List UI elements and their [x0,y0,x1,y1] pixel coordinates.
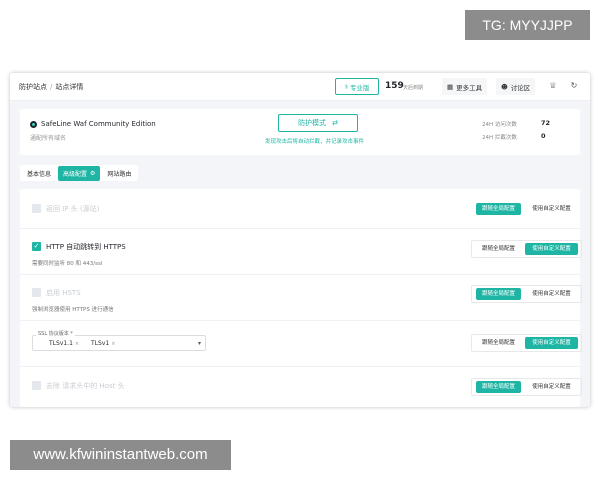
tab-bar: 基本信息 高级配置 ⚙ 网站路由 [20,165,139,181]
tab-basic-info[interactable]: 基本信息 [22,166,56,181]
breadcrumb: 防护站点 / 站点详情 [19,82,83,92]
use-custom-button[interactable]: 使用自定义配置 [525,337,578,349]
settings-icon: ⚙ [90,169,96,177]
setting-row: ✓ HTTP 自动跳转到 HTTPS 需要同时监听 80 和 443/ssl 跟… [20,229,582,275]
setting-title: 返回 IP 头 (源站) [46,205,100,213]
tab-site-routing[interactable]: 网站路由 [102,166,136,181]
pro-edition-button[interactable]: ⚕ 专业版 [335,78,379,95]
app-window: 防护站点 / 站点详情 ⚕ 专业版 159 天后到期 ▦ 更多工具 ☻ 讨论区 ♕ … [10,73,590,407]
discuss-label: 讨论区 [510,83,531,92]
setting-description: 强制浏览器使用 HTTPS 进行通信 [32,307,114,313]
shirt-icon[interactable]: ♕ [547,80,559,92]
setting-checkbox[interactable] [32,381,41,390]
setting-row: 启用 HSTS 强制浏览器使用 HTTPS 进行通信 跟随全局配置 使用自定义配… [20,275,582,321]
watermark-bottom: www.kfwininstantweb.com [10,440,231,470]
tab-advanced-label: 高级配置 [63,170,88,178]
protection-mode-hint: 发现攻击后将自动拦截，并记录攻击事件 [265,139,365,145]
pro-icon: ⚕ [344,82,349,91]
follow-global-button[interactable]: 跟随全局配置 [476,243,521,255]
use-custom-button[interactable]: 使用自定义配置 [525,243,578,255]
stat-value-blocked: 0 [541,132,546,140]
setting-title: 去除 请求头中的 Host 头 [46,382,125,390]
switch-icon: ⇄ [332,119,338,127]
pro-label: 专业版 [350,83,370,92]
setting-checkbox[interactable] [32,288,41,297]
days-remaining-value: 159 [385,81,404,91]
setting-title: HTTP 自动跳转到 HTTPS [46,243,126,251]
tab-advanced-config[interactable]: 高级配置 ⚙ [58,165,101,181]
use-custom-button[interactable]: 使用自定义配置 [525,381,578,393]
breadcrumb-separator: / [50,83,53,91]
follow-global-button[interactable]: 跟随全局配置 [476,288,521,300]
setting-title: 启用 HSTS [46,289,81,297]
breadcrumb-item-detail: 站点详情 [55,83,84,91]
discuss-button[interactable]: ☻ 讨论区 [496,78,536,95]
top-bar: 防护站点 / 站点详情 ⚕ 专业版 159 天后到期 ▦ 更多工具 ☻ 讨论区 ♕ … [10,73,590,101]
ssl-option-label: TLSv1.1 [49,340,73,347]
breadcrumb-item-sites[interactable]: 防护站点 [19,83,47,91]
ssl-option-chip[interactable]: TLSv1.1 × [49,340,79,347]
more-tools-button[interactable]: ▦ 更多工具 [442,78,488,95]
setting-checkbox[interactable] [32,204,41,213]
ssl-protocol-select[interactable]: TLSv1.1 × TLSv1 × ▾ [32,335,206,351]
ssl-option-chip[interactable]: TLSv1 × [91,340,115,347]
remove-icon[interactable]: × [75,341,79,347]
setting-checkbox-checked[interactable]: ✓ [32,242,41,251]
grid-icon: ▦ [447,82,454,91]
use-custom-button[interactable]: 使用自定义配置 [525,288,578,300]
protection-mode-label: 防护模式 [298,119,327,127]
more-tools-label: 更多工具 [456,83,483,92]
protection-mode-button[interactable]: 防护模式 ⇄ [278,114,358,132]
setting-row: 返回 IP 头 (源站) 跟随全局配置 使用自定义配置 [20,189,580,229]
stat-label-requests: 24H 访问次数 [482,122,517,128]
site-status-icon [30,120,37,128]
discuss-icon: ☻ [501,82,508,91]
ssl-protocol-label: SSL 协议版本 * [36,330,75,337]
follow-global-button[interactable]: 跟随全局配置 [476,203,521,215]
setting-description: 需要同时监听 80 和 443/ssl [32,261,103,267]
advanced-settings-card: 返回 IP 头 (源站) 跟随全局配置 使用自定义配置 ✓ HTTP 自动跳转到… [20,189,582,407]
days-remaining-label: 天后到期 [403,85,424,91]
chevron-down-icon[interactable]: ▾ [198,340,201,347]
site-summary-card: SafeLine Waf Community Edition 通配所有域名 防护… [20,109,580,155]
follow-global-button[interactable]: 跟随全局配置 [476,381,521,393]
site-title: SafeLine Waf Community Edition [30,120,156,128]
stat-value-requests: 72 [541,119,551,127]
use-custom-button[interactable]: 使用自定义配置 [525,203,578,215]
site-domain: 通配所有域名 [30,135,67,142]
remove-icon[interactable]: × [111,341,115,347]
follow-global-button[interactable]: 跟随全局配置 [476,337,521,349]
ssl-option-label: TLSv1 [91,340,110,347]
watermark-top: TG: MYYJJPP [465,10,590,40]
setting-row: 去除 请求头中的 Host 头 跟随全局配置 使用自定义配置 [20,367,582,407]
stat-label-blocked: 24H 拦截次数 [482,135,517,141]
refresh-icon[interactable]: ↻ [568,80,580,92]
site-title-text: SafeLine Waf Community Edition [41,120,156,128]
